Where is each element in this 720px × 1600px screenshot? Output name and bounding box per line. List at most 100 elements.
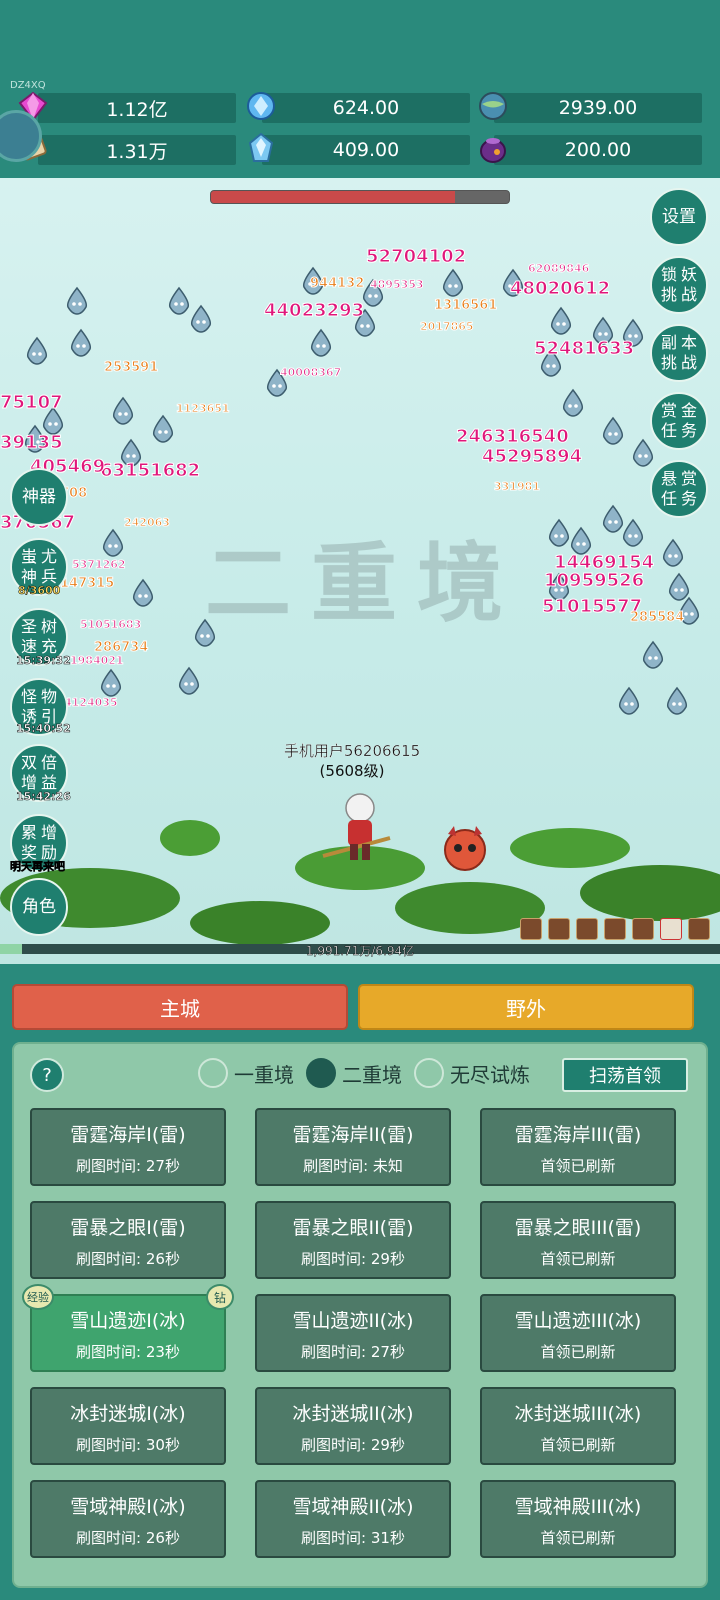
damage-number: 39135 [0, 432, 63, 454]
radio-selected-icon[interactable] [306, 1058, 336, 1088]
realm-watermark: 二重境 [205, 533, 523, 634]
map-button[interactable]: 雷霆海岸I(雷) 刷图时间: 27秒 [30, 1108, 226, 1186]
damage-number: 253591 [103, 360, 159, 376]
shenqi-button[interactable]: 神器 [10, 468, 68, 526]
map-button[interactable]: 冰封迷城I(冰) 刷图时间: 30秒 [30, 1387, 226, 1465]
radio-icon[interactable] [198, 1058, 228, 1088]
water-drop-monster-icon [310, 328, 332, 357]
sweep-boss-button[interactable]: 扫荡首领 [562, 1058, 688, 1092]
water-drop-monster-icon [550, 306, 572, 335]
damage-number: 51015577 [541, 596, 643, 618]
water-drop-monster-icon [100, 668, 122, 697]
map-refresh-time: 首领已刷新 [540, 1529, 616, 1547]
skill-slot-icon[interactable] [632, 918, 654, 940]
damage-number: 10959526 [543, 570, 645, 592]
map-button[interactable]: 雷霆海岸III(雷) 首领已刷新 [480, 1108, 676, 1186]
map-refresh-time: 刷图时间: 30秒 [76, 1436, 180, 1454]
map-refresh-time: 刷图时间: 26秒 [76, 1250, 180, 1268]
water-drop-monster-icon [112, 396, 134, 425]
map-button[interactable]: 雪域神殿III(冰) 首领已刷新 [480, 1480, 676, 1558]
map-name: 雪域神殿III(冰) [514, 1496, 642, 1518]
radio-icon[interactable] [414, 1058, 444, 1088]
resource-blue-crystal: 624.00 [262, 93, 470, 123]
damage-number: 1123651 [176, 402, 231, 416]
skill-slot-icon[interactable] [688, 918, 710, 940]
map-refresh-time: 刷图时间: 未知 [303, 1157, 403, 1175]
damage-number: 331981 [494, 480, 541, 494]
boss-hp-fill [211, 191, 456, 203]
map-panel: ? 一重境 二重境 无尽试炼 扫荡首领 雷霆海岸I(雷) 刷图时间: 27秒 雷霆海… [12, 1042, 708, 1588]
water-drop-monster-icon [26, 336, 48, 365]
gold-task-button[interactable]: 赏金任务 [650, 392, 708, 450]
damage-number: 51051683 [79, 618, 142, 632]
shengshu-timer: 15:39:32 [16, 654, 71, 668]
skill-slot-icon[interactable] [548, 918, 570, 940]
damage-number: 1316561 [433, 298, 498, 314]
map-button[interactable]: 雷暴之眼I(雷) 刷图时间: 26秒 [30, 1201, 226, 1279]
map-name: 冰封迷城III(冰) [514, 1403, 642, 1425]
water-drop-monster-icon [178, 666, 200, 695]
water-drop-monster-icon [66, 286, 88, 315]
water-drop-monster-icon [132, 578, 154, 607]
water-drop-monster-icon [642, 640, 664, 669]
wild-button[interactable]: 野外 [358, 984, 694, 1030]
settings-button[interactable]: 设置 [650, 188, 708, 246]
damage-number: 52704102 [365, 246, 467, 268]
realm-option-1[interactable]: 一重境 [198, 1058, 294, 1088]
shuangbei-timer: 15:42:26 [16, 790, 71, 804]
map-name: 雷霆海岸II(雷) [292, 1124, 414, 1146]
map-button[interactable]: 雪域神殿II(冰) 刷图时间: 31秒 [255, 1480, 451, 1558]
map-name: 雷暴之眼I(雷) [70, 1217, 186, 1239]
realm-option-2[interactable]: 二重境 [306, 1058, 402, 1088]
damage-number: 242063 [124, 516, 171, 530]
realm-option-3[interactable]: 无尽试炼 [414, 1058, 530, 1088]
lock-demon-button[interactable]: 锁妖挑战 [650, 256, 708, 314]
help-button[interactable]: ? [30, 1058, 64, 1092]
map-button[interactable]: 雪山遗迹I(冰) 刷图时间: 23秒 经验 钻 [22, 1284, 234, 1372]
bounty-task-button[interactable]: 悬赏任务 [650, 460, 708, 518]
skill-slot-icon[interactable] [660, 918, 682, 940]
resource-bar: DZ4XQ 1.12亿 624.00 2939.00 1.31万 409.00 … [0, 0, 720, 178]
juese-button[interactable]: 角色 [10, 878, 68, 936]
bottom-panel: 主城 野外 ? 一重境 二重境 无尽试炼 扫荡首领 雷霆海岸I(雷) 刷图时间: … [0, 964, 720, 1600]
resource-orb: 2939.00 [494, 93, 702, 123]
skill-slot-icon[interactable] [520, 918, 542, 940]
exp-tag: 经验 [22, 1284, 54, 1310]
damage-number: 63151682 [99, 460, 201, 482]
water-drop-monster-icon [442, 268, 464, 297]
map-refresh-time: 刷图时间: 29秒 [301, 1250, 405, 1268]
damage-number: 286734 [93, 640, 149, 656]
map-button[interactable]: 雷霆海岸II(雷) 刷图时间: 未知 [255, 1108, 451, 1186]
damage-number: 4124035 [64, 696, 119, 710]
map-button[interactable]: 雪山遗迹II(冰) 刷图时间: 27秒 [255, 1294, 451, 1372]
map-refresh-time: 刷图时间: 27秒 [76, 1157, 180, 1175]
map-refresh-time: 刷图时间: 26秒 [76, 1529, 180, 1547]
map-name: 冰封迷城I(冰) [70, 1403, 186, 1425]
map-button[interactable]: 冰封迷城II(冰) 刷图时间: 29秒 [255, 1387, 451, 1465]
map-name: 雪山遗迹II(冰) [292, 1310, 414, 1332]
damage-number: 2017865 [420, 320, 475, 334]
skill-slot-icon[interactable] [604, 918, 626, 940]
water-drop-monster-icon [602, 416, 624, 445]
map-name: 雪山遗迹III(冰) [514, 1310, 642, 1332]
map-name: 雪域神殿II(冰) [292, 1496, 414, 1518]
map-button[interactable]: 雪山遗迹III(冰) 首领已刷新 [480, 1294, 676, 1372]
map-button[interactable]: 雷暴之眼III(雷) 首领已刷新 [480, 1201, 676, 1279]
main-city-button[interactable]: 主城 [12, 984, 348, 1030]
water-drop-monster-icon [70, 328, 92, 357]
map-name: 雷霆海岸III(雷) [514, 1124, 642, 1146]
map-button[interactable]: 雷暴之眼II(雷) 刷图时间: 29秒 [255, 1201, 451, 1279]
chiyou-counter: 8/3600 [18, 584, 61, 598]
dungeon-button[interactable]: 副本挑战 [650, 324, 708, 382]
map-button[interactable]: 冰封迷城III(冰) 首领已刷新 [480, 1387, 676, 1465]
map-button[interactable]: 雪域神殿I(冰) 刷图时间: 26秒 [30, 1480, 226, 1558]
water-drop-monster-icon [152, 414, 174, 443]
diamond-tag: 钻 [206, 1284, 234, 1310]
skill-slot-icon[interactable] [576, 918, 598, 940]
damage-number: 5371262 [72, 558, 127, 572]
damage-number: 45295894 [481, 446, 583, 468]
damage-number: 4895353 [370, 278, 425, 292]
water-drop-monster-icon [618, 686, 640, 715]
water-drop-monster-icon [622, 518, 644, 547]
damage-number: 285584 [629, 610, 685, 626]
